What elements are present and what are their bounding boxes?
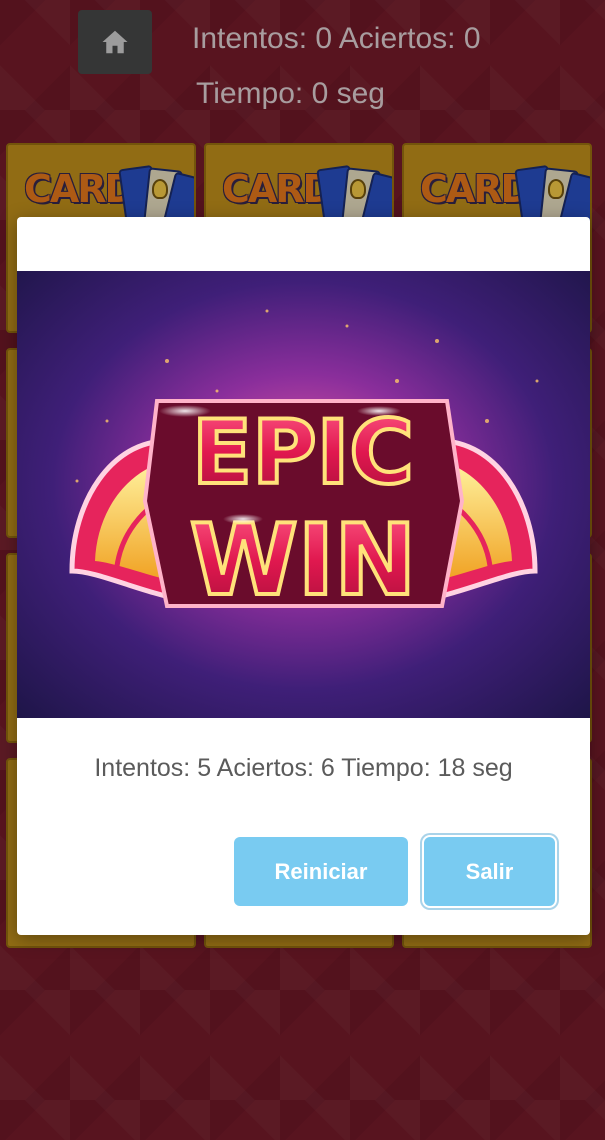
result-summary: Intentos: 5 Aciertos: 6 Tiempo: 18 seg (94, 754, 513, 782)
win-dialog: EPIC WIN Intentos: 5 Aciertos: 6 Tiempo:… (17, 217, 590, 935)
restart-button[interactable]: Reiniciar (234, 837, 408, 906)
image-text-win: WIN (190, 504, 417, 618)
image-text-epic: EPIC (192, 401, 414, 504)
exit-button[interactable]: Salir (424, 837, 555, 906)
epic-win-image: EPIC WIN (17, 271, 590, 718)
